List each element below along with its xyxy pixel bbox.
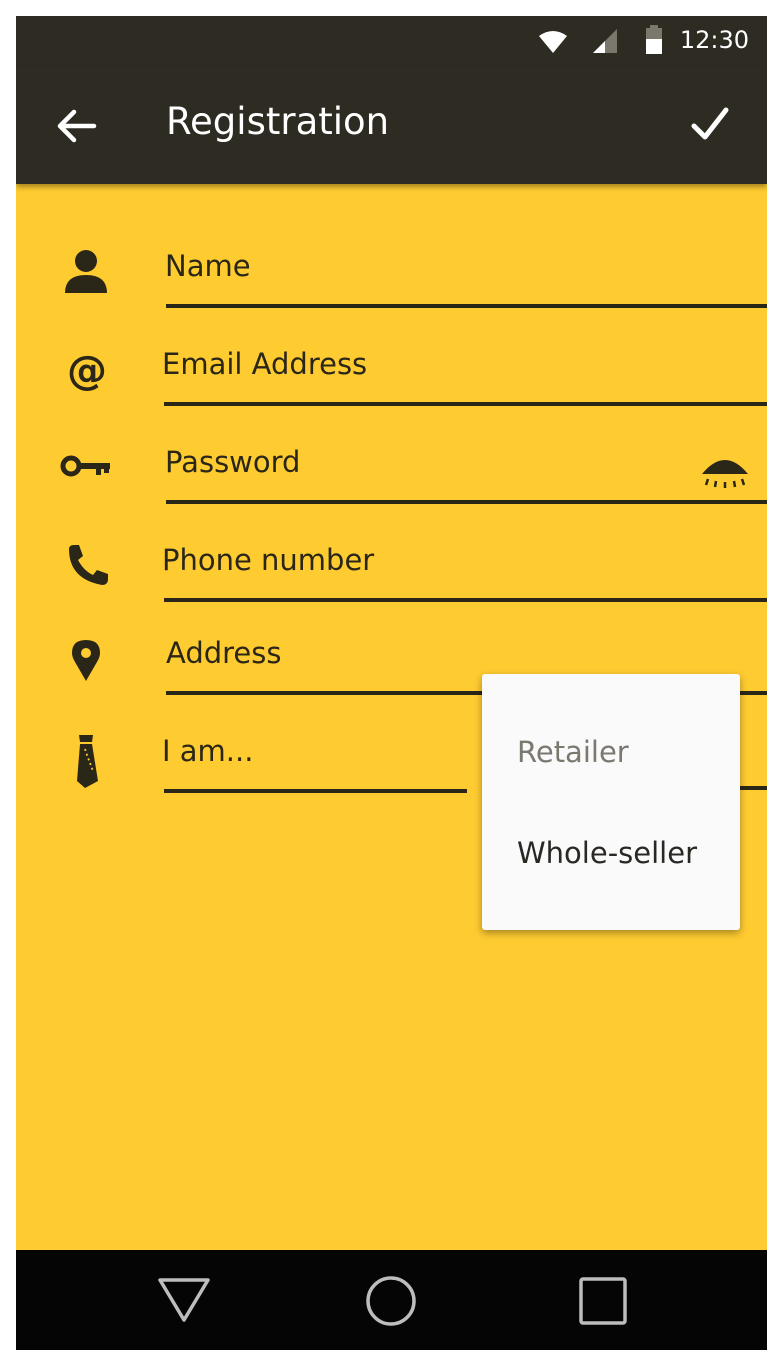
email-field[interactable]: Email Address bbox=[162, 347, 367, 381]
nav-recents-button[interactable] bbox=[578, 1276, 628, 1326]
page-title: Registration bbox=[166, 100, 390, 143]
at-icon: @ bbox=[67, 348, 107, 392]
status-bar: 12:30 bbox=[16, 16, 767, 66]
password-field[interactable]: Password bbox=[165, 445, 300, 479]
svg-text:@: @ bbox=[67, 348, 107, 392]
battery-icon bbox=[646, 25, 662, 54]
signal-icon bbox=[593, 29, 617, 53]
back-button[interactable] bbox=[54, 104, 98, 148]
eye-icon[interactable] bbox=[700, 454, 750, 488]
phone-screen: 12:30 Registration Name @ Email Address … bbox=[16, 16, 767, 1350]
tie-icon bbox=[77, 735, 98, 788]
name-field[interactable]: Name bbox=[165, 249, 251, 283]
role-field-underline bbox=[164, 789, 467, 793]
name-field-underline bbox=[166, 304, 767, 308]
back-triangle-icon bbox=[158, 1278, 210, 1322]
role-field-underline-right bbox=[736, 786, 767, 790]
location-pin-icon bbox=[72, 640, 100, 681]
password-field-underline bbox=[166, 500, 767, 504]
address-field[interactable]: Address bbox=[166, 636, 282, 670]
home-circle-icon bbox=[366, 1276, 416, 1326]
phone-number-field-underline bbox=[164, 598, 767, 602]
wifi-icon bbox=[539, 31, 567, 53]
recents-square-icon bbox=[579, 1277, 627, 1325]
dropdown-option-whole-seller[interactable]: Whole-seller bbox=[517, 836, 697, 870]
nav-home-button[interactable] bbox=[364, 1274, 418, 1328]
nav-back-button[interactable] bbox=[156, 1276, 212, 1326]
person-icon bbox=[65, 250, 107, 293]
dropdown-option-retailer[interactable]: Retailer bbox=[517, 735, 629, 769]
check-icon bbox=[691, 107, 729, 140]
phone-number-field[interactable]: Phone number bbox=[162, 543, 374, 577]
role-select-field[interactable]: I am... bbox=[162, 734, 253, 768]
role-dropdown-menu: Retailer Whole-seller bbox=[482, 674, 740, 930]
app-bar: Registration bbox=[16, 66, 767, 184]
phone-icon bbox=[69, 545, 108, 585]
system-nav-bar bbox=[16, 1250, 767, 1350]
arrow-left-icon bbox=[57, 109, 97, 143]
confirm-button[interactable] bbox=[688, 102, 732, 146]
key-icon bbox=[60, 455, 110, 477]
status-time: 12:30 bbox=[679, 26, 749, 54]
email-field-underline bbox=[164, 402, 767, 406]
